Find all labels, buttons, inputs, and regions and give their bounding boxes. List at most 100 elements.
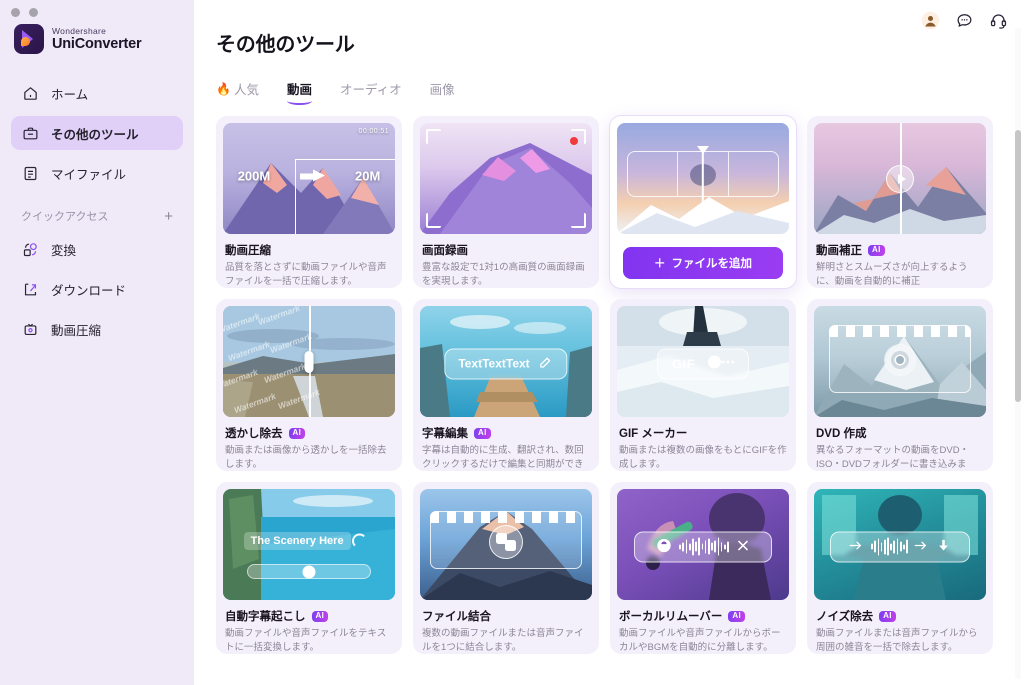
headset-support-icon[interactable] <box>988 10 1008 30</box>
scissors-icon: ✂ <box>697 213 709 229</box>
tab-popular[interactable]: 🔥 人気 <box>216 79 259 102</box>
topbar-icons <box>920 10 1008 30</box>
uniconverter-logo-icon <box>14 24 44 54</box>
tool-thumbnail-gif-maker: GIF <box>617 306 789 417</box>
vertical-scrollbar[interactable] <box>1015 28 1021 679</box>
tool-description: 複数の動画ファイルまたは音声ファイルを1つに結合します。 <box>422 628 584 653</box>
watermark-text: Watermark <box>223 310 262 336</box>
tool-title-row: ファイル結合 <box>422 608 592 624</box>
sidebar-item-home[interactable]: ホーム <box>11 76 183 110</box>
tool-card-file-merge[interactable]: ファイル結合 複数の動画ファイルまたは音声ファイルを1つに結合します。 <box>413 482 599 654</box>
main-content: その他のツール 🔥 人気 動画 オーディオ 画像 00:00:51 200M 2… <box>194 0 1024 685</box>
tool-card-noise-remove[interactable]: ノイズ除去 AI 動画ファイルまたは音声ファイルから周囲の雑音を一括で除去します… <box>807 482 993 654</box>
progress-slider-knob[interactable] <box>302 565 316 579</box>
tool-card-video-trim[interactable]: ✂ ＋ ファイルを追加 <box>610 116 796 288</box>
tab-popular-label: 人気 <box>233 83 259 97</box>
ai-badge: AI <box>288 427 306 439</box>
tool-title-row: 透かし除去 AI <box>225 425 395 441</box>
tool-title: 透かし除去 <box>225 428 283 440</box>
watermark-text: Watermark <box>276 386 322 412</box>
ai-badge: AI <box>728 610 745 622</box>
tab-video-label: 動画 <box>286 83 312 97</box>
pencil-edit-icon[interactable] <box>539 355 554 373</box>
tool-description: 動画または複数の画像をもとにGIFを作成します。 <box>619 445 787 470</box>
user-avatar-icon[interactable] <box>920 10 940 30</box>
watermark-text: Watermark <box>232 390 278 416</box>
tab-image-label: 画像 <box>429 83 455 97</box>
tool-title: 動画圧縮 <box>225 245 271 257</box>
quick-access-nav: 変換 ダウンロード 動画圧縮 <box>0 232 194 346</box>
add-file-label: ファイルを追加 <box>671 258 753 270</box>
close-x-icon[interactable] <box>736 538 750 555</box>
progress-slider[interactable] <box>247 564 371 580</box>
add-file-button[interactable]: ＋ ファイルを追加 <box>623 247 783 279</box>
noise-pill <box>830 531 970 563</box>
arrow-in-icon <box>849 539 865 554</box>
sidebar-item-download[interactable]: ダウンロード <box>11 272 183 306</box>
transcribe-text-chip: The Scenery Here <box>243 532 351 551</box>
tool-title: DVD 作成 <box>816 428 867 440</box>
ai-badge: AI <box>311 610 329 622</box>
quick-access-add-icon[interactable]: + <box>164 209 173 224</box>
tool-description: 字幕は自動的に生成、翻訳され、数回クリックするだけで編集と同期ができます。 <box>422 445 584 470</box>
tool-thumbnail-auto-transcribe: The Scenery Here <box>223 489 395 600</box>
sidebar-item-convert-label: 変換 <box>51 243 77 258</box>
window-minimize-dot[interactable] <box>29 8 38 17</box>
download-arrow-icon[interactable] <box>936 537 951 556</box>
sidebar-item-my-files[interactable]: マイファイル <box>11 156 183 190</box>
tool-title-row: GIF メーカー <box>619 425 789 441</box>
tool-card-screen-record[interactable]: 画面録画 豊富な設定で1対1の高画質の画面録画を実現します。 <box>413 116 599 288</box>
tool-card-auto-transcribe[interactable]: The Scenery Here 自動字幕起こし AI 動画ファイルや音声ファイ… <box>216 482 402 654</box>
sidebar-item-video-compress[interactable]: 動画圧縮 <box>11 312 183 346</box>
tool-description: 豊富な設定で1対1の高画質の画面録画を実現します。 <box>422 262 585 287</box>
tool-card-vocal-remover[interactable]: ボーカルリムーバー AI 動画ファイルや音声ファイルからボーカルやBGMを自動的… <box>610 482 796 654</box>
audio-waveform-icon <box>679 537 729 557</box>
tool-card-gif-maker[interactable]: GIF GIF メーカー 動画または複数の画像をもとにGIFを作成します。 <box>610 299 796 471</box>
compression-labels: 200M 20M <box>223 169 395 184</box>
sidebar-item-more-tools[interactable]: その他のツール <box>11 116 183 150</box>
window-close-dot[interactable] <box>11 8 20 17</box>
tool-card-watermark-remove[interactable]: Watermark Watermark Watermark Watermark … <box>216 299 402 471</box>
tool-title: 動画補正 <box>816 245 862 257</box>
tool-description: 異なるフォーマットの動画をDVD・ISO・DVDフォルダーに書き込みます。 <box>816 445 970 470</box>
arrow-out-icon <box>914 539 930 554</box>
tool-description: 動画ファイルまたは音声ファイルから周囲の雑音を一括で除去します。 <box>816 628 978 653</box>
tool-thumbnail-noise-remove <box>814 489 986 600</box>
tool-title: ノイズ除去 <box>816 611 874 623</box>
tool-title-row: ボーカルリムーバー AI <box>619 608 789 624</box>
tab-video[interactable]: 動画 <box>286 79 312 105</box>
tool-card-subtitle-edit[interactable]: TextTextText 字幕編集 AI 字幕は自動的に生成、翻訳され、数回クリ… <box>413 299 599 471</box>
sidebar-item-more-tools-label: その他のツール <box>51 127 139 142</box>
tool-thumbnail-subtitle-edit: TextTextText <box>420 306 592 417</box>
tool-title: ファイル結合 <box>422 611 491 623</box>
tool-thumbnail-watermark-remove: Watermark Watermark Watermark Watermark … <box>223 306 395 417</box>
chat-bubble-icon[interactable] <box>954 10 974 30</box>
subtitle-text: TextTextText <box>458 356 530 371</box>
tool-description: 動画ファイルや音声ファイルをテキストに一括変換します。 <box>225 628 387 653</box>
tool-card-video-enhance[interactable]: 動画補正 AI 鮮明さとスムーズさが向上するように、動画を自動的に補正 <box>807 116 993 288</box>
scrollbar-thumb[interactable] <box>1015 130 1021 402</box>
sidebar-item-convert[interactable]: 変換 <box>11 232 183 266</box>
tool-card-dvd-burn[interactable]: DVD 作成 異なるフォーマットの動画をDVD・ISO・DVDフォルダーに書き込… <box>807 299 993 471</box>
tool-title: ボーカルリムーバー <box>619 611 723 623</box>
plus-icon: ＋ <box>654 258 666 270</box>
audio-waveform-icon <box>871 537 908 557</box>
tool-thumbnail-dvd-burn <box>814 306 986 417</box>
tool-title-row: 動画補正 AI <box>816 242 986 258</box>
tool-thumbnail-screen-record <box>420 123 592 234</box>
arrow-right-icon <box>299 169 326 183</box>
tab-audio[interactable]: オーディオ <box>340 79 402 102</box>
comparison-slider-handle[interactable] <box>304 350 314 373</box>
ai-badge: AI <box>868 244 885 256</box>
gif-label: GIF <box>671 356 696 372</box>
window-controls[interactable] <box>11 8 38 17</box>
tab-image[interactable]: 画像 <box>430 79 455 102</box>
watermark-text: Watermark <box>223 366 260 392</box>
play-button-icon[interactable] <box>886 164 914 193</box>
tool-card-grid: 00:00:51 200M 20M 動画圧縮 品質を落とさずに動画ファイルや音声… <box>216 116 1024 654</box>
tool-card-video-compress[interactable]: 00:00:51 200M 20M 動画圧縮 品質を落とさずに動画ファイルや音声… <box>216 116 402 288</box>
toolbox-icon <box>21 124 39 142</box>
ai-badge: AI <box>879 610 896 622</box>
tool-thumbnail-video-enhance <box>814 123 986 234</box>
ai-badge: AI <box>474 427 491 439</box>
